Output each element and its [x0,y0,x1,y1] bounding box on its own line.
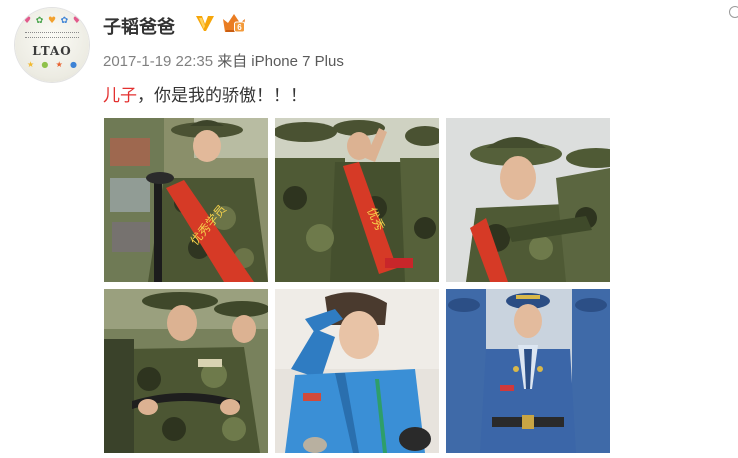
post-photo-1[interactable]: 优秀学员 [104,118,268,282]
source-label: 来自 [217,53,248,70]
post-text-body: ，你是我的骄傲！！！ [137,86,307,106]
post-photo-2[interactable]: 优秀 [275,118,439,282]
post-text: 儿子，你是我的骄傲！！！ [103,81,307,106]
post-topic-link[interactable]: 儿子 [103,86,137,106]
post-photo-6[interactable] [446,289,610,453]
dropdown-caret-icon[interactable] [729,6,738,18]
post-timestamp[interactable]: 2017-1-19 22:35 [103,53,213,70]
source-device-link[interactable]: iPhone 7 Plus [251,53,344,70]
post-photo-5[interactable] [275,289,439,453]
username-link[interactable]: 子韬爸爸 [103,13,175,39]
avatar[interactable]: ♥ ✿ ♥ ✿ ♥ LTAO ★ ● ★ ● [15,8,89,82]
avatar-stars: ★ ● ★ ● [27,60,77,69]
avatar-text: LTAO [32,44,72,58]
member-level-icon[interactable]: 6 [221,11,247,35]
avatar-scribble [25,32,79,38]
post-meta: 2017-1-19 22:35 来自 iPhone 7 Plus [103,50,344,71]
svg-text:6: 6 [237,23,242,32]
post-photo-4[interactable] [104,289,268,453]
avatar-decoration: ♥ ✿ ♥ ✿ ♥ [23,16,81,26]
post-photo-3[interactable] [446,118,610,282]
vip-verified-icon[interactable] [195,13,215,33]
